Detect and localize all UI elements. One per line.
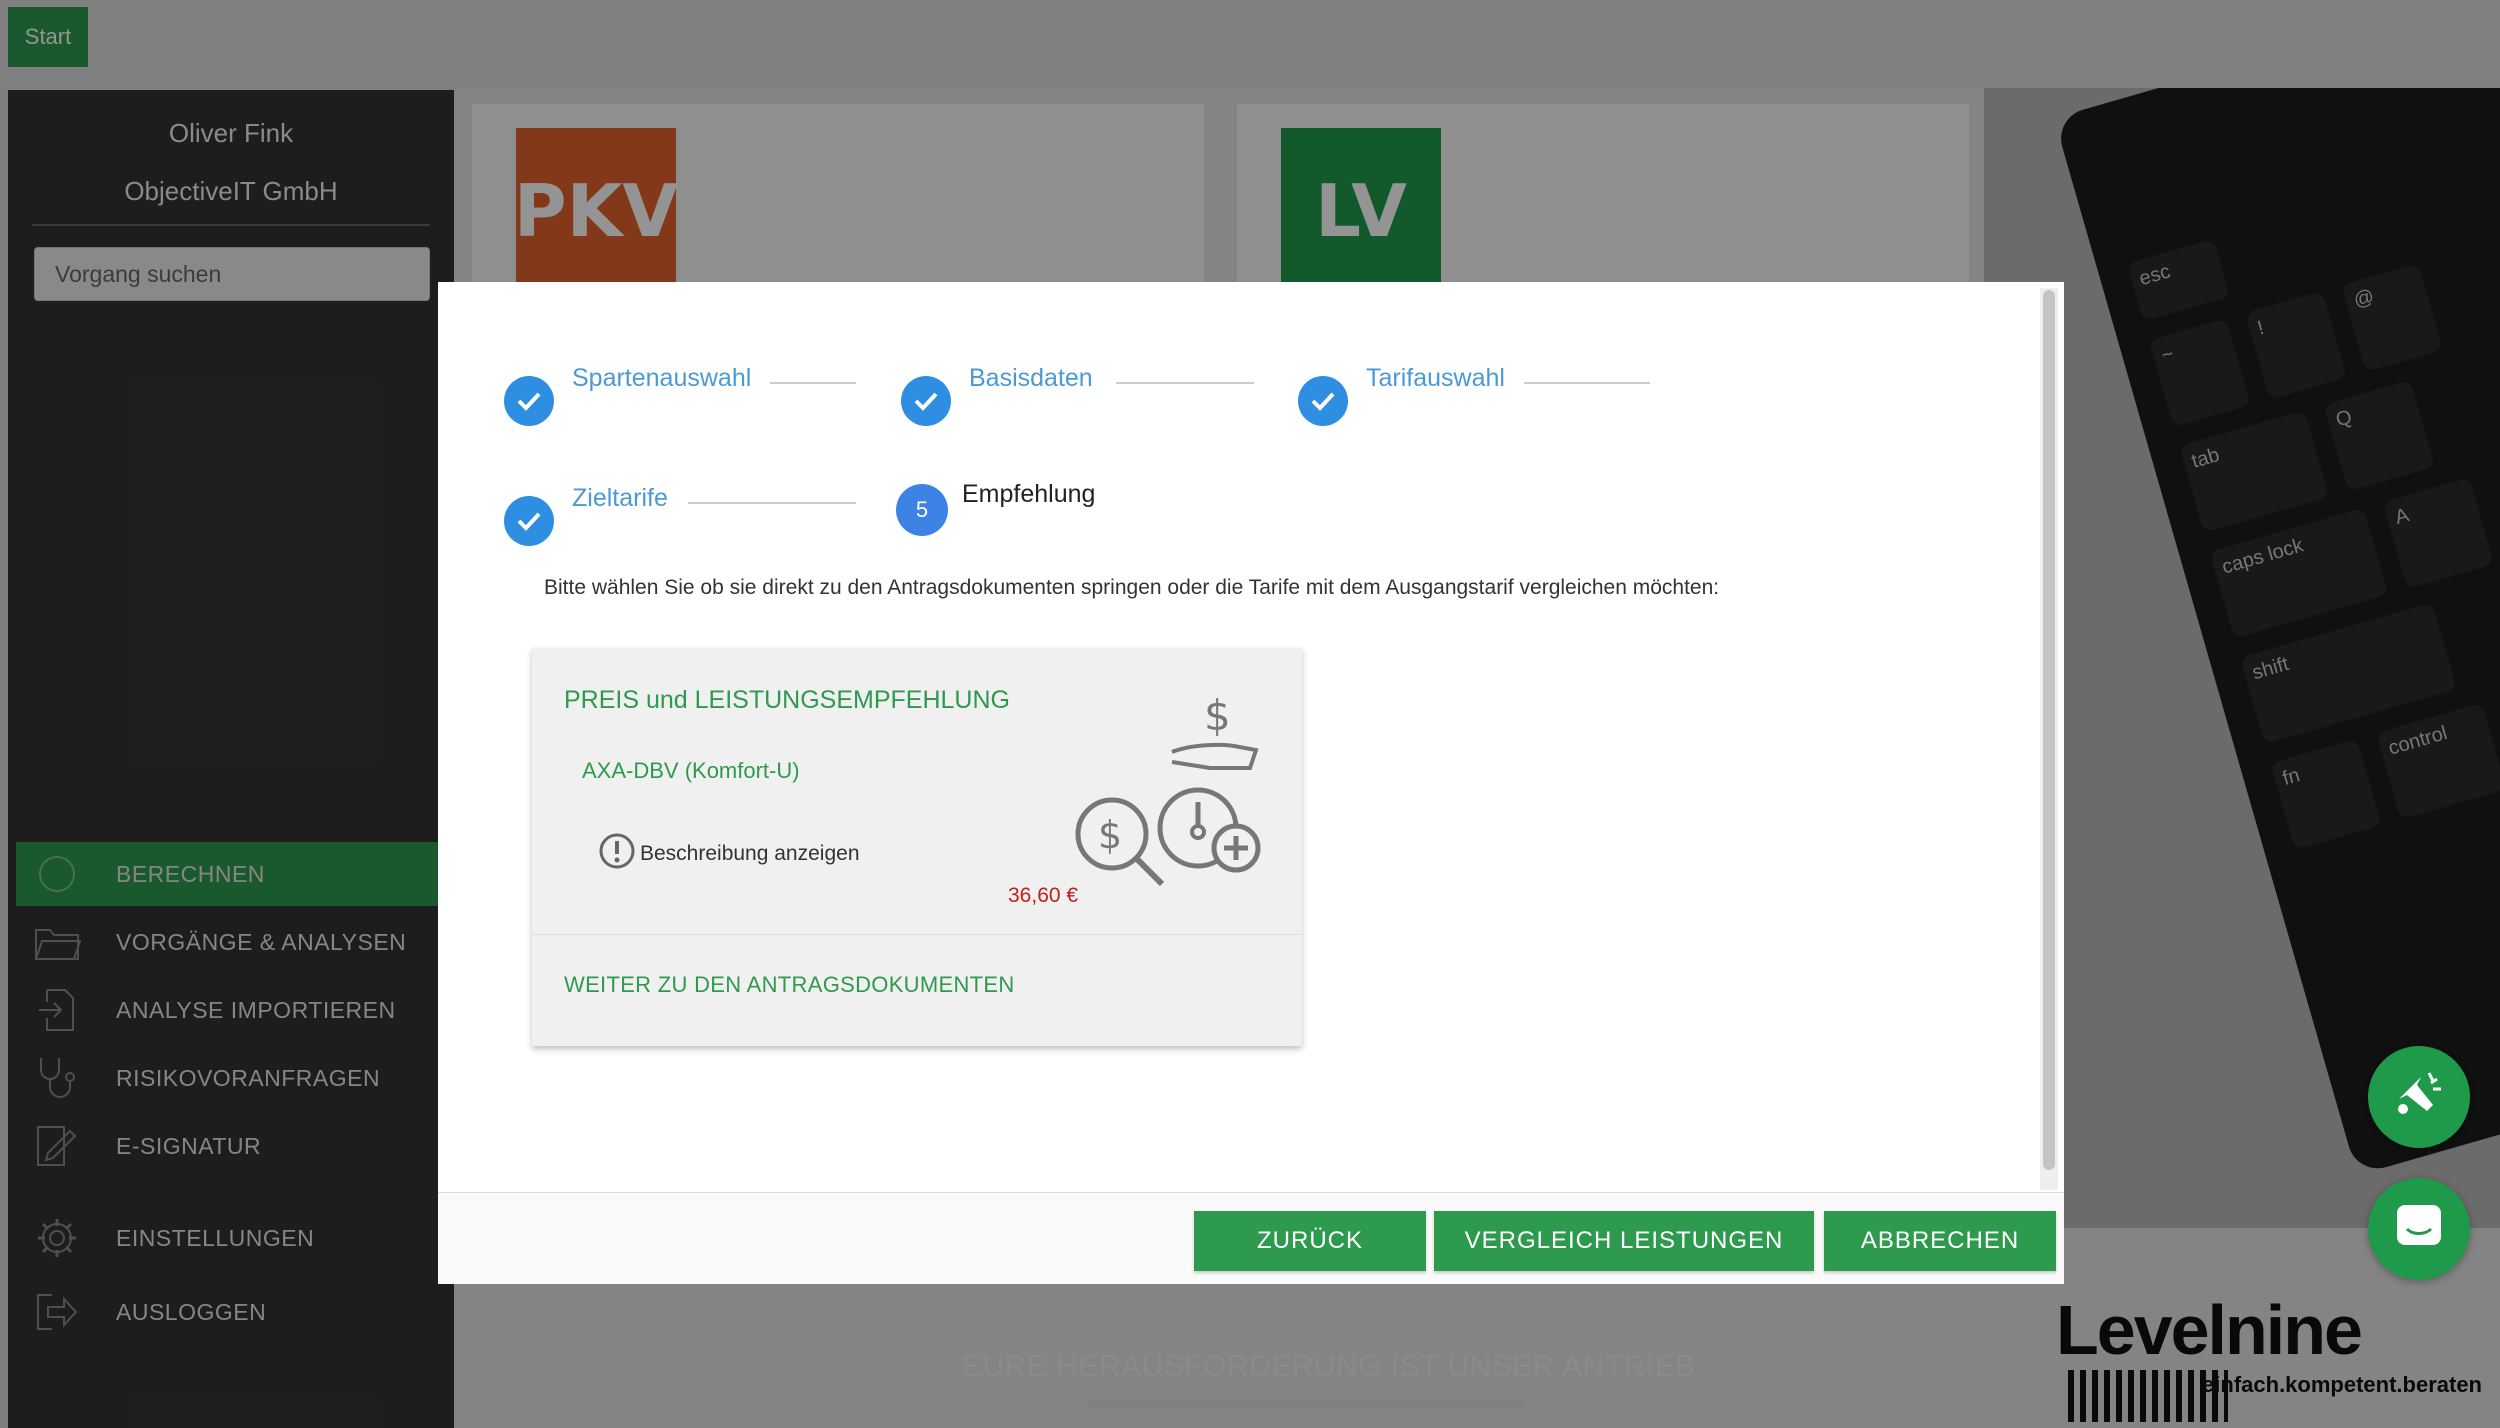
compare-benefits-button[interactable]: VERGLEICH LEISTUNGEN [1434,1211,1814,1271]
step-connector [1116,382,1254,384]
instruction-text: Bitte wählen Sie ob sie direkt zu den An… [544,576,1720,599]
recommendation-title: PREIS und LEISTUNGSEMPFEHLUNG [564,686,1010,714]
step-label: Spartenauswahl [572,364,752,392]
checkmark-icon [901,376,951,426]
show-description-link[interactable]: Beschreibung anzeigen [598,832,860,876]
price-performance-illustration: $ $ [1064,686,1270,887]
step-basisdaten[interactable]: Basisdaten [901,358,1093,426]
step-label: Tarifauswahl [1366,364,1505,392]
chat-button[interactable] [2368,1178,2470,1280]
step-label: Zieltarife [572,484,668,512]
scrollbar-thumb[interactable] [2043,290,2055,1170]
checkmark-icon [504,496,554,546]
checkmark-icon [1298,376,1348,426]
step-connector [1524,382,1650,384]
step-connector [688,502,856,504]
step-tarifauswahl[interactable]: Tarifauswahl [1298,358,1505,426]
megaphone-icon [2389,1065,2449,1130]
cancel-button[interactable]: ABBRECHEN [1824,1211,2056,1271]
chat-icon [2393,1201,2445,1258]
continue-to-application-documents-button[interactable]: WEITER ZU DEN ANTRAGSDOKUMENTEN [564,972,1015,998]
step-connector [770,382,856,384]
step-zieltarife[interactable]: Zieltarife [504,478,668,546]
svg-text:$: $ [1204,691,1231,740]
step-number: 5 [896,484,948,536]
exclamation-icon [598,832,636,876]
description-label: Beschreibung anzeigen [640,842,860,865]
tariff-name: AXA-DBV (Komfort-U) [582,758,800,783]
svg-text:$: $ [1098,813,1122,857]
recommendation-card: PREIS und LEISTUNGSEMPFEHLUNG AXA-DBV (K… [532,648,1302,1046]
card-divider [532,934,1302,935]
step-spartenauswahl[interactable]: Spartenauswahl [504,358,751,426]
step-label: Empfehlung [962,480,1096,508]
checkmark-icon [504,376,554,426]
price: 36,60 € [1008,884,1079,907]
step-empfehlung[interactable]: 5 Empfehlung [896,476,1095,536]
recommendation-dialog: Spartenauswahl Basisdaten Tarifauswahl Z… [438,282,2064,1284]
dialog-footer: ZURÜCK VERGLEICH LEISTUNGEN ABBRECHEN [438,1192,2064,1284]
announcement-button[interactable] [2368,1046,2470,1148]
back-button[interactable]: ZURÜCK [1194,1211,1426,1271]
step-label: Basisdaten [969,364,1093,392]
